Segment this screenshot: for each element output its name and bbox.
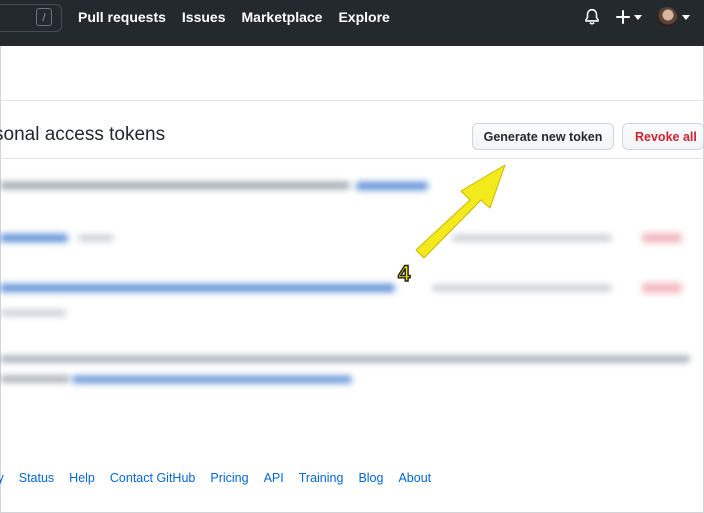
blurred-token-scope xyxy=(0,310,66,316)
divider xyxy=(0,100,704,101)
blurred-token-name[interactable] xyxy=(0,234,68,242)
plus-icon xyxy=(616,10,630,24)
footer-link-about[interactable]: About xyxy=(398,471,431,485)
blurred-token-date xyxy=(432,285,612,291)
footer-link-pricing[interactable]: Pricing xyxy=(210,471,248,485)
footer-link-api[interactable]: API xyxy=(264,471,284,485)
nav-explore[interactable]: Explore xyxy=(338,0,389,36)
step-number: 4 xyxy=(397,260,411,286)
blurred-delete-button[interactable] xyxy=(642,233,682,243)
page-title: sonal access tokens xyxy=(0,124,166,145)
nav-marketplace[interactable]: Marketplace xyxy=(242,0,323,36)
footer-link-contact[interactable]: Contact GitHub xyxy=(110,471,195,485)
footer-link-help[interactable]: Help xyxy=(69,471,95,485)
footer-link-activity[interactable]: ty xyxy=(0,471,4,485)
nav-issues[interactable]: Issues xyxy=(182,0,226,36)
bell-icon[interactable] xyxy=(583,8,601,26)
blurred-token-date xyxy=(452,235,612,241)
avatar xyxy=(657,7,677,27)
search-input[interactable] xyxy=(0,4,62,32)
chevron-down-icon xyxy=(682,15,690,20)
blurred-token-name[interactable] xyxy=(0,284,395,292)
generate-new-token-button[interactable]: Generate new token xyxy=(472,123,614,150)
divider xyxy=(0,158,704,159)
footer-link-training[interactable]: Training xyxy=(299,471,344,485)
footer-link-blog[interactable]: Blog xyxy=(358,471,383,485)
blurred-notice xyxy=(0,356,690,362)
blurred-token-scope xyxy=(78,235,114,241)
search-shortcut-key: / xyxy=(36,8,52,26)
primary-nav: Pull requests Issues Marketplace Explore xyxy=(78,0,406,36)
blurred-link xyxy=(356,182,428,190)
blurred-description xyxy=(0,182,350,189)
blurred-delete-button[interactable] xyxy=(642,283,682,293)
window-frame xyxy=(0,0,704,513)
footer-links: ty Status Help Contact GitHub Pricing AP… xyxy=(0,471,446,485)
blurred-notice-link xyxy=(72,376,352,383)
top-navigation-bar: / Pull requests Issues Marketplace Explo… xyxy=(0,0,704,46)
chevron-down-icon xyxy=(634,15,642,20)
revoke-all-button[interactable]: Revoke all xyxy=(622,123,704,150)
footer-link-status[interactable]: Status xyxy=(19,471,54,485)
nav-pull-requests[interactable]: Pull requests xyxy=(78,0,166,36)
blurred-notice xyxy=(0,376,70,382)
